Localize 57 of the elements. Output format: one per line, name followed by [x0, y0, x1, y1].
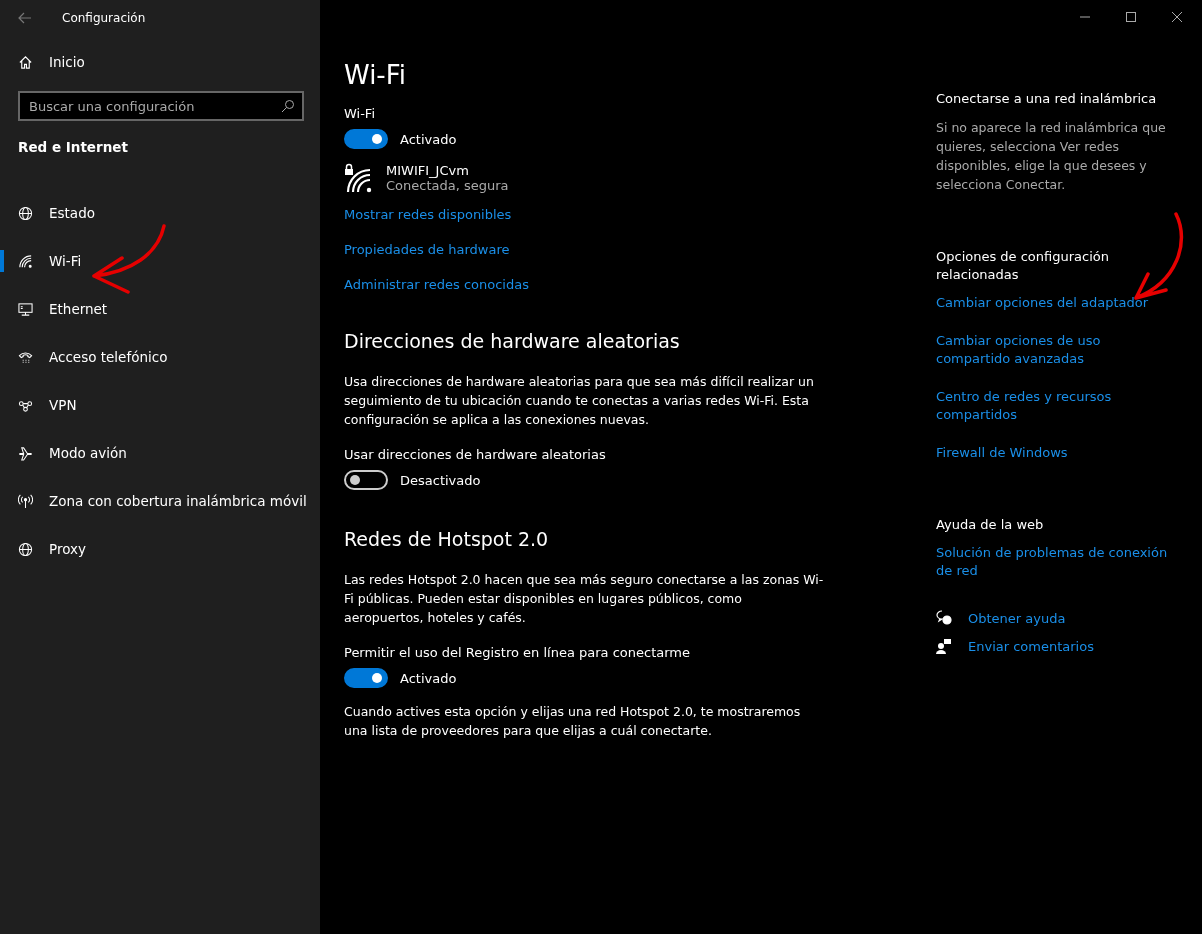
help-link[interactable]: Obtener ayuda [968, 610, 1066, 626]
search-icon [281, 99, 295, 113]
globe-icon [18, 205, 33, 221]
sidebar-item[interactable]: Ethernet [0, 285, 320, 333]
toggle-switch[interactable] [344, 668, 388, 688]
home-nav-item[interactable]: Inicio [0, 38, 320, 86]
wifi-icon [18, 253, 33, 269]
sidebar-item[interactable]: Zona con cobertura inalámbrica móvil [0, 477, 320, 525]
help-link[interactable]: Solución de problemas de conexión de red [936, 544, 1176, 580]
sidebar-item[interactable]: Estado [0, 189, 320, 237]
toggle-switch[interactable] [344, 129, 388, 149]
network-status: Conectada, segura [386, 178, 509, 193]
antenna-icon [18, 493, 33, 509]
page-title: Wi-Fi [344, 60, 408, 90]
person-icon [936, 638, 952, 654]
settings-link[interactable]: Mostrar redes disponibles [344, 207, 512, 222]
settings-link[interactable]: Administrar redes conocidas [344, 277, 529, 292]
sidebar-item[interactable]: Proxy [0, 525, 320, 573]
sidebar-item[interactable]: Acceso telefónico [0, 333, 320, 381]
maximize-icon[interactable] [1126, 12, 1136, 22]
toggle-state: Activado [400, 670, 457, 686]
aside-heading: Ayuda de la web [936, 516, 1045, 534]
toggle-label: Wi-Fi [344, 106, 376, 121]
airplane-icon [18, 445, 33, 461]
related-link[interactable]: Cambiar opciones de uso compartido avanzadas [936, 332, 1176, 368]
search-field[interactable]: Buscar una configuración [18, 91, 304, 121]
sidebar-item[interactable]: Wi-Fi [0, 237, 320, 285]
aside-heading: Opciones de configuración relacionadas [936, 248, 1110, 284]
section-heading: Redes de Hotspot 2.0 [344, 528, 550, 550]
settings-link[interactable]: Propiedades de hardware [344, 242, 510, 257]
section-heading: Direcciones de hardware aleatorias [344, 330, 681, 352]
section-heading: Red e Internet [17, 138, 129, 157]
description-text: Cuando actives esta opción y elijas una red Hotspot 2.0, te mostraremos una lista de proveedores para que elijas a cuál conectarte. [344, 703, 802, 740]
monitor-icon [18, 301, 33, 317]
sidebar-item[interactable]: Modo avión [0, 429, 320, 477]
close-icon[interactable] [1172, 12, 1182, 22]
window-title: Configuración [62, 11, 146, 25]
toggle-label: Usar direcciones de hardware aleatorias [344, 447, 607, 462]
description-text: Usa direcciones de hardware aleatorias para que sea más difícil realizar un seguimiento de tu ubicación cuando te conectas a varias redes Wi-Fi. Esta configuración se aplica a las conexiones nuevas. [344, 373, 815, 429]
related-link[interactable]: Cambiar opciones del adaptador [936, 294, 1176, 312]
related-link[interactable]: Firewall de Windows [936, 444, 1176, 462]
toggle-label: Permitir el uso del Registro en línea para conectarme [344, 645, 692, 660]
phone-icon [18, 349, 33, 365]
home-icon [18, 54, 33, 70]
back-arrow-icon[interactable] [18, 12, 32, 24]
toggle-switch[interactable] [344, 470, 388, 490]
secured-wifi-icon [344, 163, 374, 193]
toggle-state: Desactivado [400, 472, 481, 488]
related-link[interactable]: Centro de redes y recursos compartidos [936, 388, 1176, 424]
description-text: Las redes Hotspot 2.0 hacen que sea más seguro conectarse a las zonas Wi-Fi públicas. Pueden estar disponibles en lugares públicos, como aeropuertos, hoteles y cafés. [344, 571, 824, 627]
network-name: MIWIFI_JCvm [386, 163, 470, 178]
sidebar-item[interactable]: VPN [0, 381, 320, 429]
globe-icon [18, 541, 33, 557]
toggle-state: Activado [400, 131, 457, 147]
help-link[interactable]: Enviar comentarios [968, 638, 1094, 654]
help-text: Si no aparece la red inalámbrica que quieres, selecciona Ver redes disponibles, elige la que desees y selecciona Conectar. [936, 119, 1167, 194]
aside-heading: Conectarse a una red inalámbrica [936, 90, 1158, 108]
